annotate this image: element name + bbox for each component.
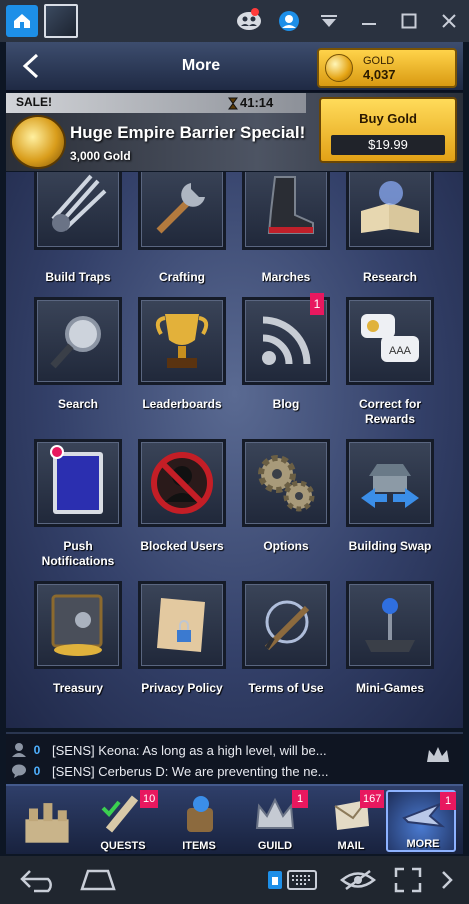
notification-badge: 167 bbox=[360, 790, 385, 808]
wrench-icon bbox=[138, 172, 226, 250]
trophy-icon bbox=[138, 297, 226, 385]
notification-dot bbox=[50, 445, 64, 459]
nav-label: MORE bbox=[406, 838, 440, 850]
castle-icon bbox=[20, 796, 74, 848]
hourglass-icon bbox=[228, 97, 238, 110]
svg-text:AAA: AAA bbox=[389, 345, 412, 357]
nav-more[interactable]: 1 MORE bbox=[386, 790, 456, 852]
tile-label: Blocked Users bbox=[140, 539, 224, 553]
home-icon[interactable] bbox=[6, 5, 38, 37]
nav-castle[interactable] bbox=[12, 790, 82, 852]
items-bag-icon bbox=[172, 794, 226, 834]
boot-icon bbox=[242, 172, 330, 250]
gold-balance[interactable]: GOLD 4,037 bbox=[317, 48, 457, 88]
chat-row[interactable]: 0 [SENS] Cerberus D: We are preventing t… bbox=[10, 761, 329, 781]
chat-message: [SENS] Keona: As long as a high level, w… bbox=[52, 742, 327, 758]
buy-gold-label: Buy Gold bbox=[359, 111, 417, 126]
magnifier-icon bbox=[34, 297, 122, 385]
notification-badge: 1 bbox=[292, 790, 308, 808]
notification-badge: 10 bbox=[140, 790, 159, 808]
back-icon[interactable] bbox=[18, 864, 62, 896]
tile-label: Crafting bbox=[159, 270, 205, 284]
notification-badge: 1 bbox=[440, 792, 456, 810]
chat-preview[interactable]: 0 [SENS] Keona: As long as a high level,… bbox=[6, 732, 463, 782]
crown-icon[interactable] bbox=[425, 744, 451, 769]
nav-label: MAIL bbox=[337, 840, 365, 852]
chat-message: [SENS] Cerberus D: We are preventing the… bbox=[52, 763, 329, 779]
nav-guild[interactable]: 1 GUILD bbox=[240, 790, 310, 852]
gold-value: 4,037 bbox=[363, 67, 396, 82]
joystick-icon bbox=[346, 581, 434, 669]
notification-dot bbox=[251, 8, 259, 16]
keyboard-icon[interactable] bbox=[264, 864, 320, 896]
chat-bubbles-icon: AAA bbox=[346, 297, 434, 385]
chat-count: 0 bbox=[33, 743, 41, 757]
locked-scroll-icon bbox=[138, 581, 226, 669]
quill-icon bbox=[242, 581, 330, 669]
tile-label: Leaderboards bbox=[142, 397, 222, 411]
nav-label: QUESTS bbox=[100, 840, 146, 852]
sale-title: Huge Empire Barrier Special! bbox=[70, 123, 306, 142]
sale-subtitle: 3,000 Gold bbox=[70, 149, 131, 163]
tile-label: Treasury bbox=[52, 681, 104, 695]
tile-label: Privacy Policy bbox=[141, 681, 223, 695]
nav-label: GUILD bbox=[257, 840, 293, 852]
sale-timer: 41:14 bbox=[240, 95, 274, 110]
gold-coin-icon bbox=[325, 54, 353, 82]
tile-label: Options bbox=[263, 539, 309, 553]
sale-tag: SALE! bbox=[16, 95, 52, 109]
nav-mail[interactable]: 167 MAIL bbox=[316, 790, 386, 852]
tile-label: Terms of Use bbox=[248, 681, 324, 695]
fullscreen-icon[interactable] bbox=[390, 864, 426, 896]
tile-label: Push Notifications bbox=[41, 539, 115, 568]
nav-items[interactable]: ITEMS bbox=[164, 790, 234, 852]
app-thumbnail[interactable] bbox=[44, 4, 78, 38]
dropdown-icon[interactable] bbox=[309, 0, 349, 42]
android-nav-bar bbox=[0, 856, 469, 904]
tile-label: Research bbox=[362, 270, 418, 284]
tile-label: Correct for Rewards bbox=[358, 397, 421, 426]
account-icon[interactable] bbox=[269, 0, 309, 42]
chat-row[interactable]: 0 [SENS] Keona: As long as a high level,… bbox=[10, 740, 327, 760]
home-icon[interactable] bbox=[76, 864, 120, 896]
tile-label: Search bbox=[57, 397, 99, 411]
vault-icon bbox=[34, 581, 122, 669]
chat-icon bbox=[10, 762, 28, 780]
gears-icon bbox=[242, 439, 330, 527]
claws-icon bbox=[34, 172, 122, 250]
chat-count: 0 bbox=[33, 764, 41, 778]
notification-badge: 1 bbox=[310, 293, 324, 315]
bottom-nav: 10 QUESTS ITEMS 1 GUILD 167 MAIL 1 MORE bbox=[6, 784, 463, 854]
people-icon bbox=[10, 741, 28, 759]
buy-gold-price: $19.99 bbox=[331, 135, 445, 155]
tile-label: Mini-Games bbox=[355, 681, 424, 695]
tile-label: Build Traps bbox=[45, 270, 111, 284]
multi-user-icon[interactable] bbox=[229, 0, 269, 42]
page-header: More GOLD 4,037 bbox=[6, 42, 463, 92]
book-icon bbox=[346, 172, 434, 250]
more-menu-grid: Build Traps Crafting Marches Research Se… bbox=[6, 172, 463, 728]
next-icon[interactable] bbox=[436, 864, 458, 896]
nav-quests[interactable]: 10 QUESTS bbox=[88, 790, 159, 852]
emulator-title-bar bbox=[0, 0, 469, 42]
sale-banner[interactable]: SALE! 41:14 Huge Empire Barrier Special!… bbox=[6, 93, 463, 171]
visibility-icon[interactable] bbox=[338, 864, 378, 896]
phone-icon bbox=[34, 439, 122, 527]
tile-label: Blog bbox=[272, 397, 300, 411]
minimize-icon[interactable] bbox=[349, 0, 389, 42]
close-icon[interactable] bbox=[429, 0, 469, 42]
maximize-icon[interactable] bbox=[389, 0, 429, 42]
gold-medal-icon bbox=[10, 115, 66, 169]
buy-gold-button[interactable]: Buy Gold $19.99 bbox=[319, 97, 457, 163]
building-swap-icon bbox=[346, 439, 434, 527]
nav-label: ITEMS bbox=[182, 840, 216, 852]
blocked-user-icon bbox=[138, 439, 226, 527]
tile-label: Marches bbox=[261, 270, 311, 284]
tile-label: Building Swap bbox=[348, 539, 432, 553]
